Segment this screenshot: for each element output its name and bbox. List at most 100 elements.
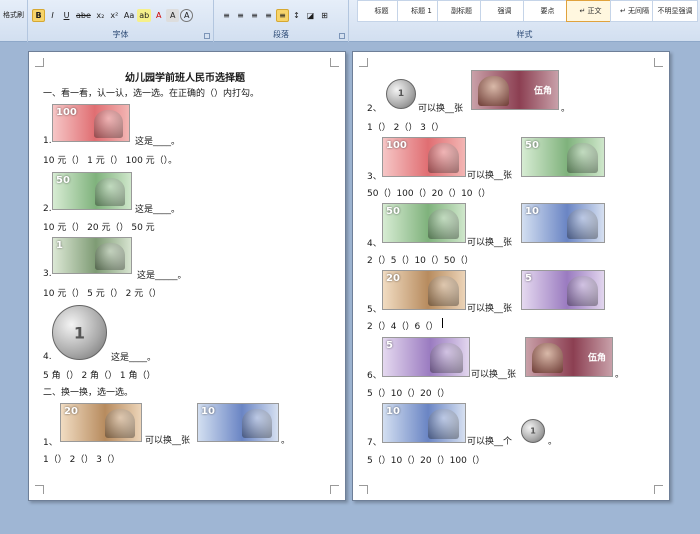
underline-button[interactable]: U xyxy=(60,9,73,22)
question-text: 这是____。 xyxy=(111,353,157,363)
question-number: 2. xyxy=(43,204,52,214)
question-text: 这是____。 xyxy=(135,137,181,147)
align-left-icon[interactable]: ≡ xyxy=(220,9,233,22)
borders-icon[interactable]: ⊞ xyxy=(318,9,331,22)
question-options: 5（）10（）20（）100（） xyxy=(367,456,485,466)
question-options: 2（）4（）6（） xyxy=(367,322,439,332)
style-subtle-emphasis[interactable]: 不明显强调 xyxy=(652,0,698,22)
ribbon: 格式刷 B I U abe x₂ x² Aa ab A A A 字体 ≡ ≡ ≡… xyxy=(0,0,700,42)
char-shading-button[interactable]: A xyxy=(166,8,180,22)
highlight-button[interactable]: ab xyxy=(137,8,152,22)
style-emphasis[interactable]: 强调 xyxy=(480,0,529,22)
clipboard-group: 格式刷 xyxy=(0,0,28,42)
question-options: 1（） 2（） 3（） xyxy=(367,123,444,133)
question-text: 可以换__张 xyxy=(145,436,191,446)
question-options: 5 角（） 2 角（） 1 角（） xyxy=(43,371,156,381)
banknote-10-image: 10 xyxy=(521,203,605,243)
question-end: 。 xyxy=(548,437,558,447)
shading-icon[interactable]: ◪ xyxy=(304,9,317,22)
paragraph-group-title: 段落 xyxy=(273,30,289,39)
banknote-20-image: 20 xyxy=(382,270,466,310)
question-number: 4、 xyxy=(367,239,382,249)
font-color-button[interactable]: A xyxy=(152,9,165,22)
question-options: 10 元（） 1 元（） 100 元（）。 xyxy=(43,156,178,166)
font-group-title: 字体 xyxy=(112,30,129,39)
section-heading-1: 一、看一看，认一认，选一选。在正确的（）内打勾。 xyxy=(43,89,260,99)
style-key-point[interactable]: 要点 xyxy=(523,0,572,22)
document-page-right[interactable]: 2、 1 可以换__张 伍角 。 1（） 2（） 3（） 3、 100 可以换_… xyxy=(352,51,670,501)
strikethrough-button[interactable]: abe xyxy=(74,9,93,22)
subscript-button[interactable]: x₂ xyxy=(94,9,107,22)
question-text: 可以换__张 xyxy=(467,304,513,314)
distributed-icon[interactable]: ≡ xyxy=(276,8,289,22)
banknote-5-jiao-image: 伍角 xyxy=(525,337,613,377)
coin-1-yuan-image: 1 xyxy=(386,79,416,109)
question-number: 1、 xyxy=(43,438,58,448)
align-center-icon[interactable]: ≡ xyxy=(234,9,247,22)
question-number: 6、 xyxy=(367,371,382,381)
line-spacing-icon[interactable]: ↕ xyxy=(290,9,303,22)
italic-button[interactable]: I xyxy=(46,9,59,22)
question-options: 2（）5（）10（）50（） xyxy=(367,256,474,266)
question-number: 2、 xyxy=(367,104,382,114)
margin-mark xyxy=(359,485,368,494)
banknote-50-image: 50 xyxy=(521,137,605,177)
justify-icon[interactable]: ≡ xyxy=(262,9,275,22)
margin-mark xyxy=(359,58,368,67)
banknote-10-image: 10 xyxy=(197,403,279,442)
question-number: 5、 xyxy=(367,305,382,315)
superscript-button[interactable]: x² xyxy=(108,9,121,22)
banknote-100-image: 100 xyxy=(52,104,130,142)
question-number: 3、 xyxy=(367,172,382,182)
styles-group-title: 样式 xyxy=(516,30,533,39)
page-title: 幼儿园学前班人民币选择题 xyxy=(125,73,245,84)
question-text: 可以换__张 xyxy=(418,104,464,114)
banknote-5-image: 5 xyxy=(521,270,605,310)
style-subtitle[interactable]: 副标题 xyxy=(437,0,486,22)
question-options: 10 元（） 5 元（） 2 元（） xyxy=(43,289,162,299)
margin-mark xyxy=(654,485,663,494)
banknote-10-image: 10 xyxy=(382,403,466,443)
question-text: 可以换__张 xyxy=(471,370,517,380)
paragraph-dialog-launcher-icon[interactable] xyxy=(339,33,345,39)
question-text: 可以换__张 xyxy=(467,171,513,181)
align-right-icon[interactable]: ≡ xyxy=(248,9,261,22)
coin-1-yuan-image: 1 xyxy=(521,419,545,443)
banknote-50-image: 50 xyxy=(382,203,466,243)
font-group: B I U abe x₂ x² Aa ab A A A 字体 xyxy=(28,0,214,42)
format-painter-button[interactable]: 格式刷 xyxy=(1,8,26,21)
question-text: 可以换__个 xyxy=(467,437,513,447)
banknote-5-jiao-image: 伍角 xyxy=(471,70,559,110)
bold-button[interactable]: B xyxy=(32,8,45,22)
question-options: 10 元（） 20 元（） 50 元 xyxy=(43,223,155,233)
question-end: 。 xyxy=(561,104,571,114)
question-options: 50（）100（）20（）10（） xyxy=(367,189,491,199)
question-text: 可以换__张 xyxy=(467,238,513,248)
question-number: 7、 xyxy=(367,438,382,448)
margin-mark xyxy=(330,485,339,494)
margin-mark xyxy=(35,58,44,67)
banknote-50-image: 50 xyxy=(52,172,132,210)
banknote-1-image: 1 xyxy=(52,237,132,274)
font-dialog-launcher-icon[interactable] xyxy=(204,33,210,39)
question-end: 。 xyxy=(615,370,625,380)
paragraph-group: ≡ ≡ ≡ ≡ ≡ ↕ ◪ ⊞ 段落 xyxy=(214,0,349,42)
margin-mark xyxy=(35,485,44,494)
question-options: 1（） 2（） 3（） xyxy=(43,455,120,465)
margin-mark xyxy=(330,58,339,67)
section-heading-2: 二、换一换，选一选。 xyxy=(43,388,134,398)
question-options: 5（）10（）20（） xyxy=(367,389,450,399)
question-number: 1. xyxy=(43,136,52,146)
question-text: 这是_____。 xyxy=(137,271,187,281)
question-number: 3. xyxy=(43,269,52,279)
font-toolbar: B I U abe x₂ x² Aa ab A A A xyxy=(32,8,194,22)
text-cursor xyxy=(442,318,443,328)
styles-group: 标题 标题 1 副标题 强调 要点 ↵ 正文 ↵ 无间隔 不明显强调 样式 xyxy=(349,0,700,42)
document-page-left[interactable]: 幼儿园学前班人民币选择题 一、看一看，认一认，选一选。在正确的（）内打勾。 1.… xyxy=(28,51,346,501)
paragraph-toolbar: ≡ ≡ ≡ ≡ ≡ ↕ ◪ ⊞ xyxy=(220,8,331,22)
enclose-char-button[interactable]: A xyxy=(180,8,194,22)
margin-mark xyxy=(654,58,663,67)
banknote-20-image: 20 xyxy=(60,403,142,442)
style-normal[interactable]: ↵ 正文 xyxy=(566,0,615,22)
change-case-button[interactable]: Aa xyxy=(122,9,136,22)
